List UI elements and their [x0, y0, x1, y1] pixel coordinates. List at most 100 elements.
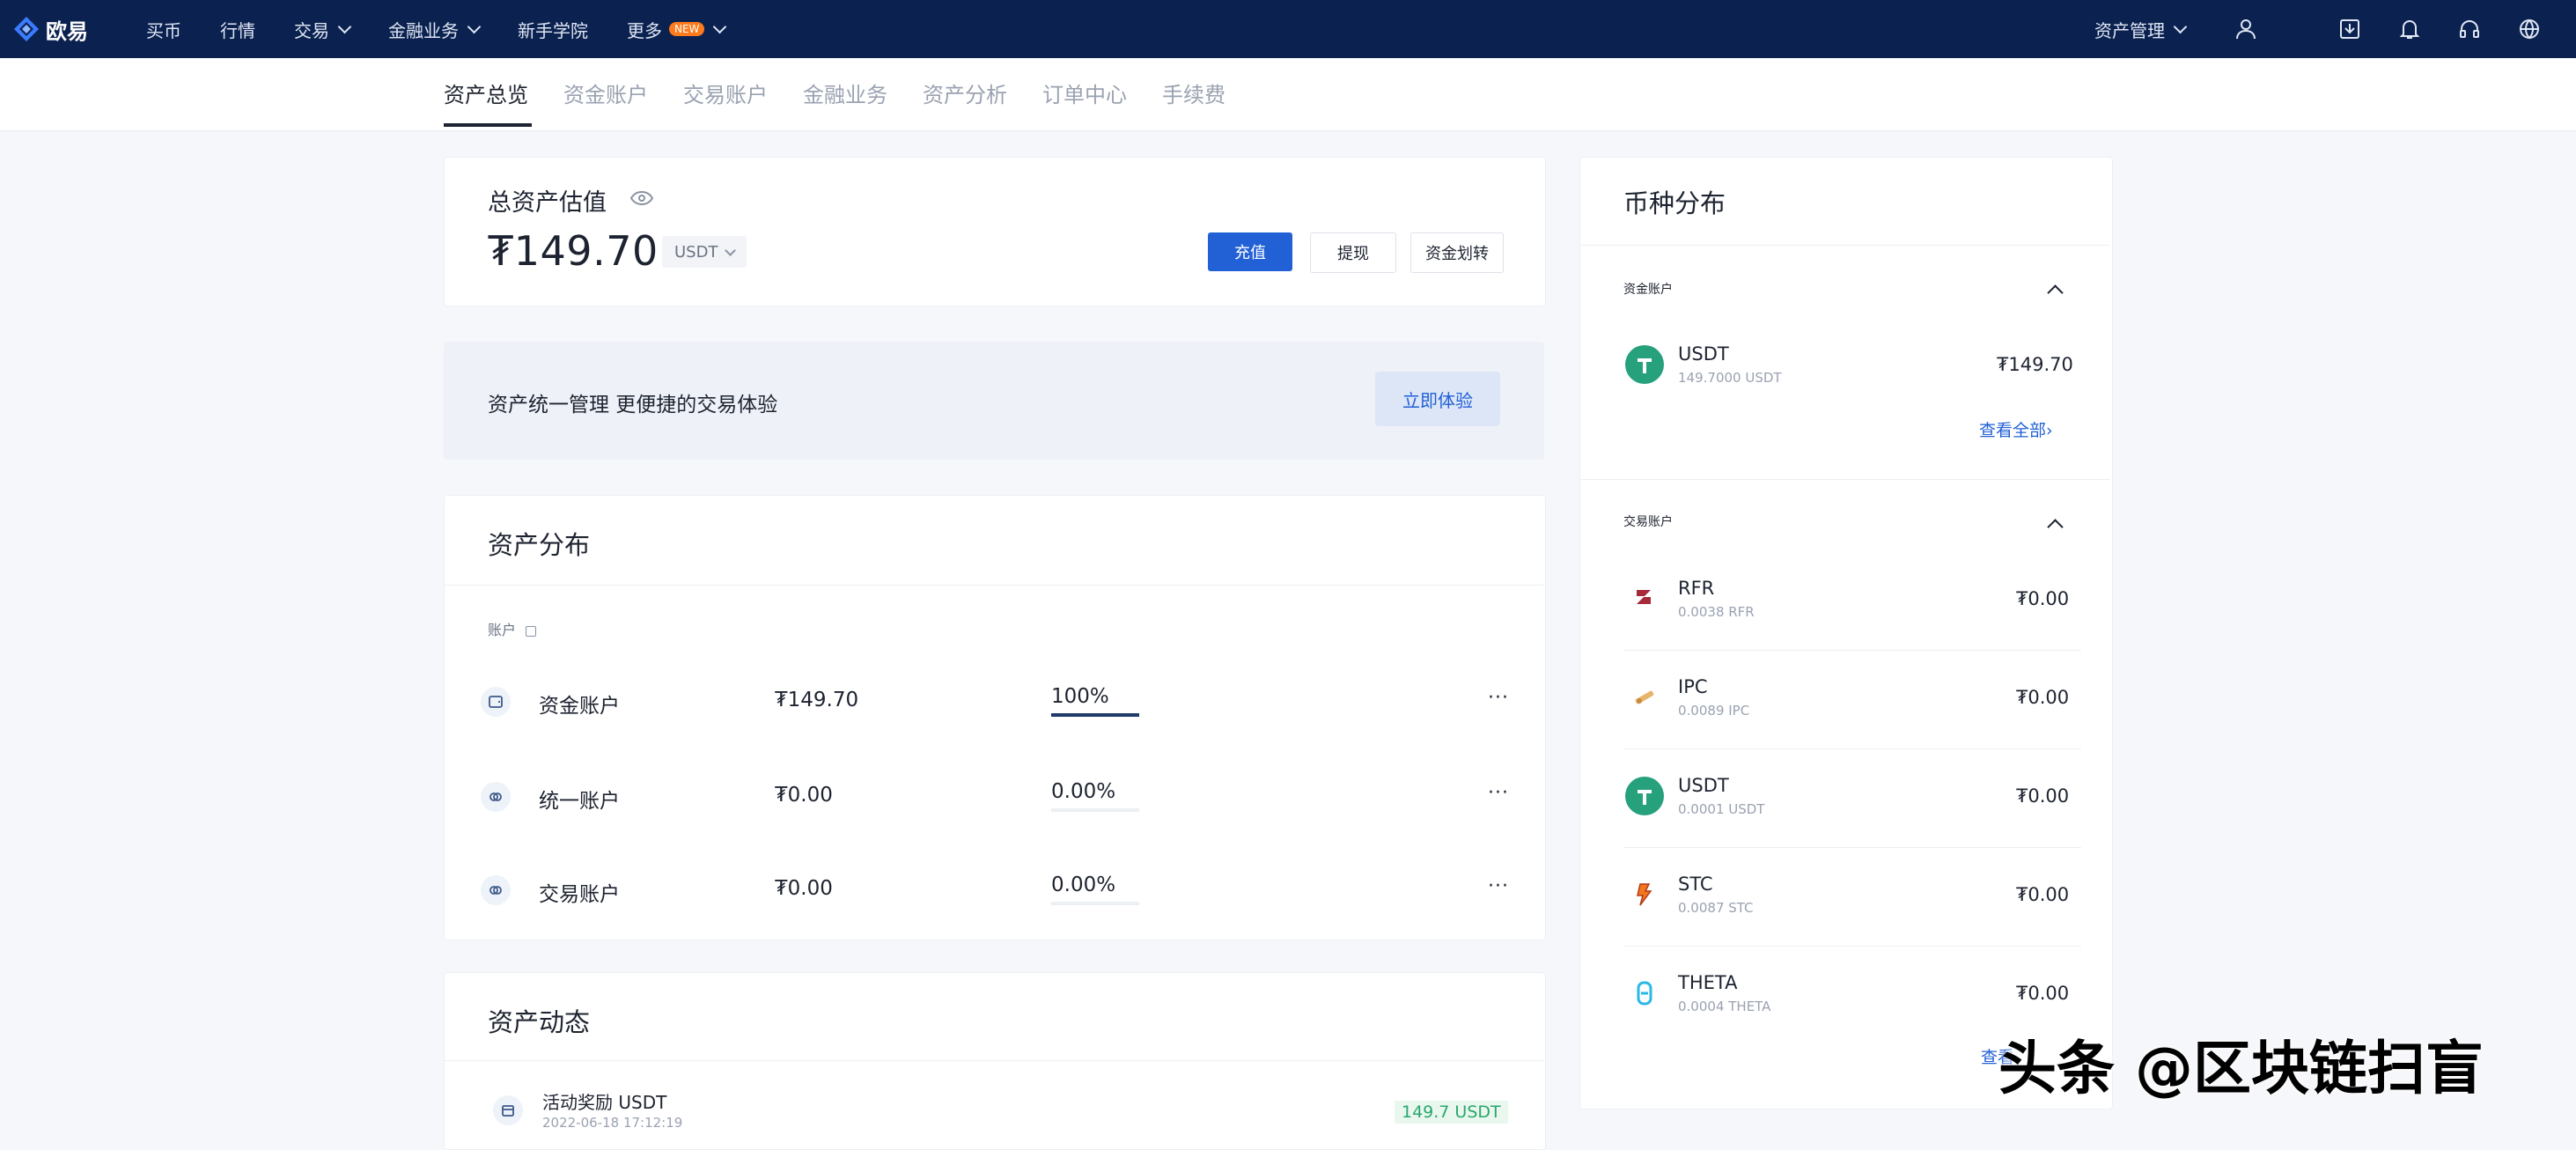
account-filter[interactable]: 账户: [488, 618, 537, 639]
divider: [445, 1060, 1543, 1061]
brand-name: 欧易: [46, 18, 88, 44]
activity-amount: 149.7 USDT: [1395, 1101, 1508, 1124]
coin-value: ₮0.00: [2016, 588, 2070, 609]
stc-icon: [1625, 875, 1664, 914]
reward-icon: [493, 1095, 523, 1125]
ipc-icon: [1625, 678, 1664, 717]
divider: [1623, 748, 2081, 749]
account-amount: ₮149.70: [775, 689, 859, 711]
nav-label: 交易: [294, 19, 329, 41]
top-navbar: 欧易 买币 行情 交易 金融业务 新手学院 更多 NEW 资产管理: [0, 0, 2576, 58]
tether-icon: [1625, 345, 1664, 384]
coin-balance: 0.0038 RFR: [1678, 604, 1755, 620]
logo[interactable]: 欧易: [12, 14, 109, 45]
banner-text: 资产统一管理 更便捷的交易体验: [488, 394, 778, 417]
coin-distribution-title: 币种分布: [1623, 188, 1726, 218]
trading-section-label: 交易账户: [1623, 515, 1673, 529]
nav-more[interactable]: 更多 NEW: [627, 17, 727, 42]
trading-account-icon: [481, 875, 511, 905]
chevron-down-icon: [725, 244, 737, 256]
tab-trading-account[interactable]: 交易账户: [683, 77, 768, 108]
divider: [445, 585, 1543, 586]
divider: [1580, 245, 2110, 246]
asset-activity-title: 资产动态: [488, 1007, 591, 1037]
coin-value: ₮0.00: [2016, 785, 2070, 807]
nav-label: 新手学院: [518, 19, 588, 41]
nav-trade[interactable]: 交易: [294, 17, 352, 42]
total-assets-amount: ₮149.70: [488, 227, 659, 275]
account-filter-label: 账户: [488, 622, 517, 638]
tab-funding-account[interactable]: 资金账户: [563, 77, 648, 108]
activity-time: 2022-06-18 17:12:19: [542, 1115, 683, 1131]
nav-label: 买币: [146, 19, 181, 41]
theta-icon: [1625, 974, 1664, 1013]
view-all-link[interactable]: 查看全部›: [1979, 417, 2053, 441]
nav-label: 金融业务: [388, 19, 459, 41]
asset-subtabs: 资产总览 资金账户 交易账户 金融业务 资产分析 订单中心 手续费: [0, 58, 2576, 131]
asset-management-menu[interactable]: 资产管理: [2094, 17, 2188, 42]
coin-value: ₮149.70: [1997, 354, 2073, 375]
percent-bar: [1051, 713, 1139, 717]
percent-bar: [1051, 902, 1139, 905]
divider: [1623, 847, 2081, 848]
headset-icon[interactable]: [2456, 16, 2483, 42]
divider: [1623, 650, 2081, 651]
asset-distribution-title: 资产分布: [488, 530, 591, 560]
coin-balance: 149.7000 USDT: [1678, 370, 1782, 386]
asset-management-label: 资产管理: [2094, 19, 2165, 41]
tab-order-center[interactable]: 订单中心: [1042, 77, 1127, 108]
rfr-icon: [1625, 578, 1664, 616]
coin-name: STC: [1678, 874, 1713, 895]
account-amount: ₮0.00: [775, 784, 833, 807]
nav-buy-crypto[interactable]: 买币: [146, 17, 181, 42]
coin-name: THETA: [1678, 972, 1738, 993]
coin-value: ₮0.00: [2016, 983, 2070, 1004]
wallet-icon: [481, 687, 511, 717]
account-percent: 0.00%: [1051, 780, 1116, 803]
user-icon[interactable]: [2233, 16, 2259, 42]
tab-finance[interactable]: 金融业务: [803, 77, 887, 108]
currency-value: USDT: [674, 242, 718, 262]
deposit-button[interactable]: 充值: [1208, 232, 1292, 271]
account-amount: ₮0.00: [775, 877, 833, 900]
nav-label: 行情: [220, 19, 255, 41]
tab-asset-analysis[interactable]: 资产分析: [923, 77, 1007, 108]
activity-label: 活动奖励 USDT: [542, 1092, 667, 1113]
coin-name: RFR: [1678, 578, 1715, 599]
globe-icon[interactable]: [2516, 16, 2543, 42]
transfer-button[interactable]: 资金划转: [1410, 232, 1504, 273]
eye-icon[interactable]: [629, 190, 654, 210]
nav-finance[interactable]: 金融业务: [388, 17, 482, 42]
more-options-button[interactable]: ···: [1488, 875, 1509, 897]
download-icon[interactable]: [2337, 16, 2363, 42]
tab-fees[interactable]: 手续费: [1162, 77, 1225, 108]
watermark: 头条 @区块链扫盲: [1998, 1035, 2484, 1102]
currency-select[interactable]: USDT: [662, 236, 747, 268]
coin-name: USDT: [1678, 775, 1729, 796]
account-percent: 100%: [1051, 685, 1109, 708]
percent-bar-fill: [1051, 713, 1139, 717]
unified-account-icon: [481, 782, 511, 812]
chevron-down-icon: [2173, 19, 2188, 33]
divider: [1623, 946, 2081, 947]
chevron-down-icon: [467, 19, 482, 33]
tether-icon: [1625, 777, 1664, 815]
top-right-actions: 资产管理: [2094, 0, 2576, 58]
account-name: 资金账户: [539, 695, 620, 718]
account-name: 统一账户: [539, 790, 620, 813]
more-options-button[interactable]: ···: [1488, 782, 1509, 804]
tab-asset-overview[interactable]: 资产总览: [444, 77, 528, 108]
total-assets-title: 总资产估值: [488, 189, 607, 217]
coin-balance: 0.0001 USDT: [1678, 801, 1765, 817]
nav-academy[interactable]: 新手学院: [518, 17, 588, 42]
try-now-button[interactable]: 立即体验: [1375, 372, 1500, 426]
new-badge: NEW: [669, 22, 705, 36]
more-options-button[interactable]: ···: [1488, 687, 1509, 709]
divider: [1580, 479, 2110, 480]
coin-value: ₮0.00: [2016, 687, 2070, 708]
bell-icon[interactable]: [2396, 16, 2423, 42]
withdraw-button[interactable]: 提现: [1310, 232, 1396, 273]
coin-distribution-card: [1579, 157, 2113, 1109]
nav-markets[interactable]: 行情: [220, 17, 255, 42]
coin-value: ₮0.00: [2016, 884, 2070, 905]
